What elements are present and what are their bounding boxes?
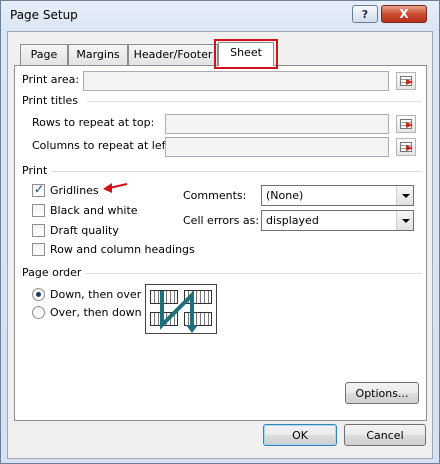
page-order-preview-image xyxy=(145,284,217,334)
cancel-button[interactable]: Cancel xyxy=(344,424,426,446)
chevron-down-icon[interactable] xyxy=(396,186,413,205)
window-title: Page Setup xyxy=(10,8,78,22)
comments-label: Comments: xyxy=(183,189,247,202)
cancel-label: Cancel xyxy=(366,429,404,442)
page-order-heading: Page order xyxy=(22,266,82,279)
draft-quality-label: Draft quality xyxy=(50,224,119,237)
tab-margins[interactable]: Margins xyxy=(68,44,128,65)
cell-errors-value: displayed xyxy=(266,214,319,227)
columns-collapse-button[interactable] xyxy=(396,138,416,156)
help-button[interactable]: ? xyxy=(352,5,378,23)
tab-label: Page xyxy=(30,48,58,61)
ok-button[interactable]: OK xyxy=(263,424,337,446)
close-icon: X xyxy=(399,7,409,21)
divider xyxy=(87,101,422,102)
options-label: Options... xyxy=(355,387,409,400)
help-icon: ? xyxy=(361,7,369,21)
ok-label: OK xyxy=(292,429,308,442)
rows-collapse-button[interactable] xyxy=(396,115,416,133)
sheet-tab-panel: Print area: Print titles Rows to repeat … xyxy=(14,65,427,421)
draft-quality-checkbox[interactable] xyxy=(32,224,45,237)
divider xyxy=(85,273,422,274)
over-then-down-radio[interactable] xyxy=(32,306,45,319)
down-then-over-label: Down, then over xyxy=(50,288,142,301)
chevron-down-icon[interactable] xyxy=(396,211,413,230)
rows-to-repeat-label: Rows to repeat at top: xyxy=(32,116,155,129)
divider xyxy=(51,171,422,172)
comments-value: (None) xyxy=(266,189,304,202)
page-setup-dialog: Page Setup ? X Page Margins Header/Foote… xyxy=(0,0,440,464)
gridlines-checkbox[interactable] xyxy=(32,182,45,197)
red-arrow-icon xyxy=(103,183,128,193)
cell-errors-label: Cell errors as: xyxy=(183,214,260,227)
tab-page[interactable]: Page xyxy=(20,44,68,65)
tab-label: Header/Footer xyxy=(133,48,213,61)
tab-label: Margins xyxy=(76,48,120,61)
options-button[interactable]: Options... xyxy=(345,382,419,404)
rows-to-repeat-input[interactable] xyxy=(165,114,389,134)
columns-to-repeat-label: Columns to repeat at left: xyxy=(32,139,174,152)
sheet-tab-highlight xyxy=(214,39,278,69)
print-heading: Print xyxy=(22,164,48,177)
page-order-arrow-icon xyxy=(160,290,198,333)
close-button[interactable]: X xyxy=(381,5,427,23)
black-and-white-label: Black and white xyxy=(50,204,138,217)
print-area-input[interactable] xyxy=(83,71,389,91)
over-then-down-label: Over, then down xyxy=(50,306,142,319)
gridlines-label: Gridlines xyxy=(50,184,99,197)
black-and-white-checkbox[interactable] xyxy=(32,204,45,217)
comments-select[interactable]: (None) xyxy=(261,185,414,206)
row-column-headings-label: Row and column headings xyxy=(50,243,195,256)
dialog-client-area: Page Margins Header/Footer Sheet Print a… xyxy=(7,31,433,459)
columns-to-repeat-input[interactable] xyxy=(165,137,389,157)
print-area-label: Print area: xyxy=(22,73,80,86)
cell-errors-select[interactable]: displayed xyxy=(261,210,414,231)
print-titles-heading: Print titles xyxy=(22,94,79,107)
title-bar[interactable]: Page Setup ? X xyxy=(1,1,439,31)
tab-header-footer[interactable]: Header/Footer xyxy=(128,44,218,65)
print-area-collapse-button[interactable] xyxy=(396,72,416,90)
down-then-over-radio[interactable] xyxy=(32,288,45,301)
row-column-headings-checkbox[interactable] xyxy=(32,243,45,256)
